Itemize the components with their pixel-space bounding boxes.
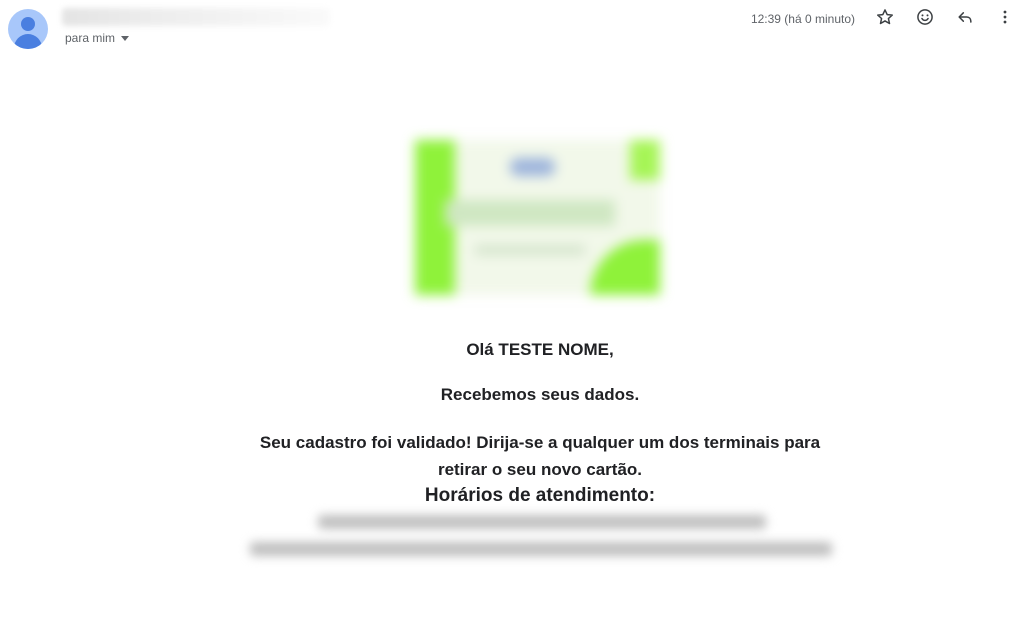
logo-shape: [590, 240, 660, 295]
avatar-head: [21, 17, 35, 31]
sender-name-redacted: [62, 8, 330, 26]
company-logo-redacted: [415, 140, 660, 295]
more-options-button[interactable]: [993, 7, 1017, 31]
email-header: para mim 12:39 (há 0 minuto): [0, 0, 1029, 60]
star-icon: [875, 7, 895, 32]
validated-text: Seu cadastro foi validado! Dirija-se a q…: [259, 433, 821, 479]
emoji-icon: [915, 7, 935, 32]
hours-title: Horários de atendimento:: [424, 485, 656, 506]
emoji-reaction-button[interactable]: [913, 7, 937, 31]
logo-shape: [445, 200, 615, 226]
logo-shape: [475, 245, 585, 255]
reply-icon: [955, 7, 975, 32]
sender-avatar[interactable]: [8, 9, 48, 49]
timestamp: 12:39 (há 0 minuto): [750, 12, 855, 26]
greeting-text: Olá TESTE NOME,: [466, 340, 614, 359]
logo-shape: [510, 158, 555, 176]
recipient-label: para mim: [65, 31, 116, 45]
avatar-body: [14, 34, 42, 49]
hours-line-redacted: [318, 515, 766, 529]
more-vert-icon: [995, 7, 1015, 32]
caret-down-icon: [121, 35, 130, 41]
recipient-toggle[interactable]: para mim: [65, 31, 130, 45]
hours-line-redacted: [250, 542, 832, 556]
email-body: Olá TESTE NOME, Recebemos seus dados. Se…: [200, 340, 880, 506]
received-text: Recebemos seus dados.: [440, 385, 640, 404]
reply-button[interactable]: [953, 7, 977, 31]
logo-shape: [630, 140, 660, 180]
star-button[interactable]: [873, 7, 897, 31]
